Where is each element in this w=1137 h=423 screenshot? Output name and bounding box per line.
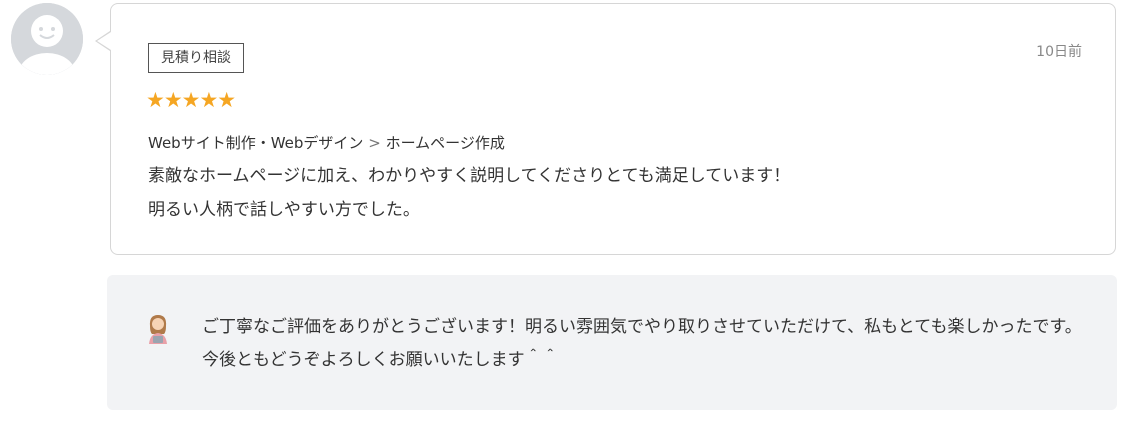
- star-rating: ★★★★★: [146, 88, 236, 112]
- review-tag: 見積り相談: [148, 43, 244, 73]
- review-line: 素敵なホームページに加え、わかりやすく説明してくださりとても満足しています！: [148, 166, 791, 186]
- review-date: 10日前: [1036, 44, 1082, 60]
- review-card: 見積り相談 10日前 ★★★★★ Webサイト制作・Webデザイン > ホームペ…: [110, 3, 1116, 255]
- speech-pointer-inner: [97, 32, 111, 50]
- seller-avatar-icon: [145, 312, 171, 344]
- seller-reply: ご丁寧なご評価をありがとうございます！明るい雰囲気でやり取りさせていただけて、私…: [107, 275, 1117, 410]
- reply-text: ご丁寧なご評価をありがとうございます！明るい雰囲気でやり取りさせていただけて、私…: [202, 317, 1082, 370]
- review-body: 素敵なホームページに加え、わかりやすく説明してくださりとても満足しています！ 明…: [148, 159, 790, 227]
- category-label: Webサイト制作・Webデザイン: [148, 134, 364, 152]
- reviewer-avatar-icon: [11, 3, 83, 75]
- review-category: Webサイト制作・Webデザイン > ホームページ作成: [148, 132, 505, 153]
- subcategory-label: ホームページ作成: [385, 134, 505, 152]
- review-line: 明るい人柄で話しやすい方でした。: [148, 200, 420, 220]
- category-separator: >: [368, 134, 381, 152]
